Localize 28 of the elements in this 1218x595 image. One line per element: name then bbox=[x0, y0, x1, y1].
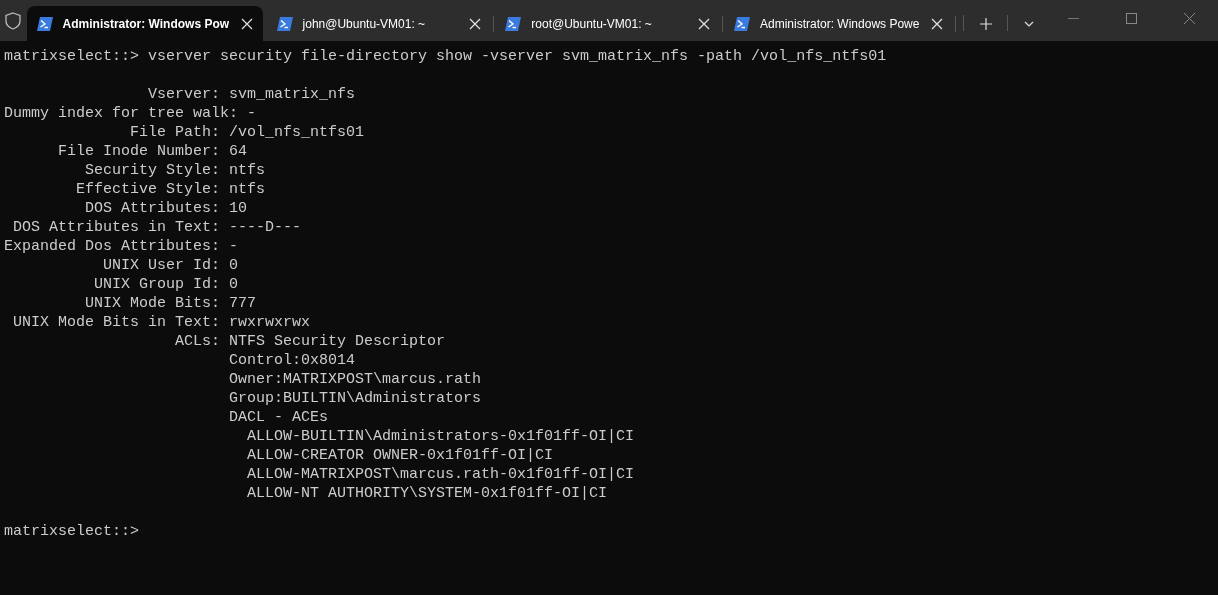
terminal-line: ALLOW-BUILTIN\Administrators-0x1f01ff-OI|CI bbox=[246, 427, 636, 446]
terminal-line: UNIX Group Id: 0 bbox=[93, 275, 240, 294]
terminal-line: ALLOW-NT AUTHORITY\SYSTEM-0x1f01ff-OI|CI bbox=[246, 484, 609, 503]
terminal-line: Effective Style: ntfs bbox=[75, 180, 267, 199]
terminal-line: Owner:MATRIXPOST\marcus.rath bbox=[228, 370, 483, 389]
terminal-line: Control:0x8014 bbox=[228, 351, 357, 370]
terminal-line: Dummy index for tree walk: - bbox=[4, 104, 258, 123]
tab[interactable]: john@Ubuntu-VM01: ~ bbox=[266, 6, 492, 41]
tab[interactable]: Administrator: Windows Pow bbox=[26, 6, 263, 41]
terminal-line: Security Style: ntfs bbox=[84, 161, 267, 180]
terminal-line: matrixselect::> bbox=[4, 522, 141, 541]
terminal-line: DACL - ACEs bbox=[228, 408, 330, 427]
terminal-line: Vserver: svm_matrix_nfs bbox=[147, 85, 357, 104]
terminal-line: ALLOW-MATRIXPOST\marcus.rath-0x1f01ff-OI|CI bbox=[246, 465, 636, 484]
terminal-line: File Path: /vol_nfs_ntfs01 bbox=[129, 123, 366, 142]
terminal-line: ACLs: NTFS Security Descriptor bbox=[174, 332, 447, 351]
terminal-line: UNIX User Id: 0 bbox=[102, 256, 240, 275]
terminal-line: DOS Attributes: 10 bbox=[84, 199, 249, 218]
tab[interactable]: root@Ubuntu-VM01: ~ bbox=[495, 6, 720, 41]
tab[interactable]: Administrator: Windows Powe bbox=[724, 6, 954, 41]
terminal-line: UNIX Mode Bits: 777 bbox=[84, 294, 258, 313]
terminal-line: ALLOW-CREATOR OWNER-0x1f01ff-OI|CI bbox=[246, 446, 555, 465]
terminal-line: matrixselect::> vserver security file-directory show -vserver svm_matrix_nfs -path /vol_nfs_ntfs01 bbox=[4, 47, 888, 66]
terminal-line: DOS Attributes in Text: ----D--- bbox=[12, 218, 303, 237]
terminal-line: Expanded Dos Attributes: - bbox=[4, 237, 240, 256]
terminal-line: File Inode Number: 64 bbox=[57, 142, 249, 161]
terminal-line: Group:BUILTIN\Administrators bbox=[228, 389, 483, 408]
terminal-line: UNIX Mode Bits in Text: rwxrwxrwx bbox=[12, 313, 312, 332]
